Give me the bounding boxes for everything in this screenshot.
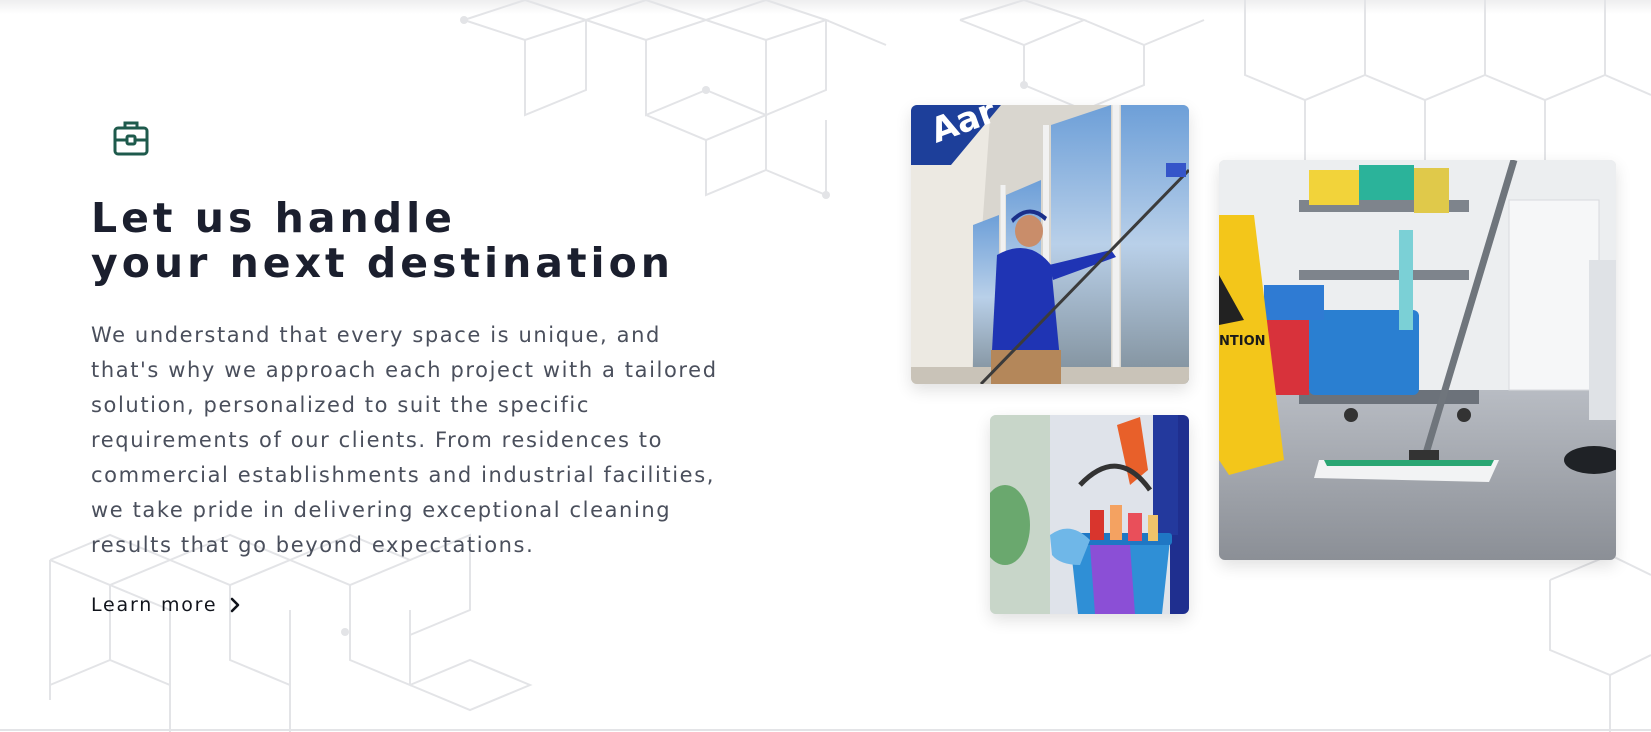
heading-line-2: your next destination (91, 239, 674, 287)
heading-line-1: Let us handle (91, 194, 456, 242)
learn-more-label: Learn more (91, 594, 218, 616)
section-description: We understand that every space is unique… (91, 323, 718, 557)
page: Let us handle your next destination We u… (0, 0, 1651, 732)
section-heading: Let us handle your next destination (91, 196, 674, 286)
learn-more-link[interactable]: Learn more (91, 594, 241, 616)
chevron-right-icon (231, 597, 240, 613)
mop-cart-photo: NTION (1219, 160, 1616, 560)
window-cleaner-photo: Aar (911, 105, 1189, 384)
caution-sign-text: NTION (1219, 334, 1266, 349)
cleaning-bucket-photo (990, 415, 1189, 614)
briefcase-icon (113, 121, 149, 156)
